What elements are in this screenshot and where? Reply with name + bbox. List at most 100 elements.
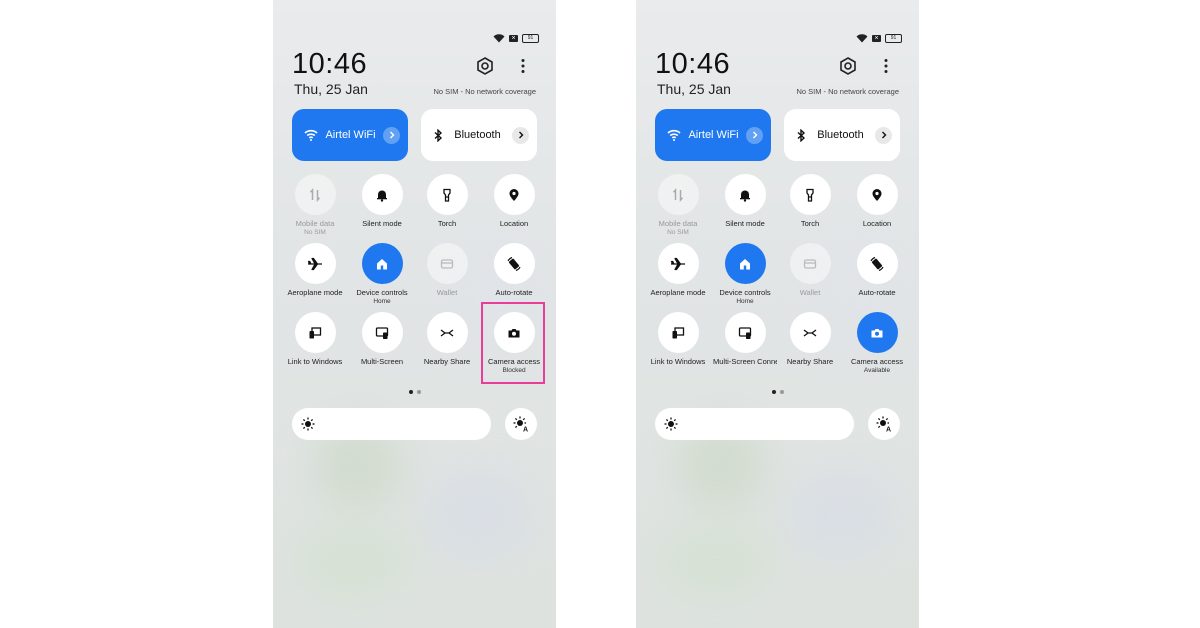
page-indicator — [409, 390, 421, 394]
toggle-label: Device controls — [719, 288, 771, 297]
toggle-nearby-share[interactable]: Nearby Share — [778, 312, 842, 375]
nearby-share-icon[interactable] — [789, 312, 831, 353]
chevron-right-icon[interactable] — [383, 126, 400, 144]
auto-rotate-icon[interactable] — [493, 243, 535, 284]
toggle-label: Aeroplane mode — [287, 288, 343, 297]
wifi-tile[interactable]: Airtel WiFi — [292, 109, 408, 161]
toggle-label: Auto-rotate — [858, 288, 896, 297]
torch-icon[interactable] — [426, 174, 468, 215]
more-options-icon[interactable] — [880, 58, 892, 74]
battery-icon: 91 — [522, 34, 539, 43]
settings-gear-icon[interactable] — [475, 56, 495, 76]
mobile-data-icon[interactable] — [657, 174, 699, 215]
toggle-label: Silent mode — [362, 219, 402, 228]
nearby-share-icon[interactable] — [426, 312, 468, 353]
brightness-icon — [301, 417, 315, 431]
toggle-link-windows[interactable]: Link to Windows — [283, 312, 347, 375]
toggle-multi-screen[interactable]: Multi-Screen — [350, 312, 414, 366]
toggle-home[interactable]: Device controls Home — [713, 243, 777, 306]
more-options-icon[interactable] — [517, 58, 529, 74]
bluetooth-icon — [434, 128, 443, 142]
bluetooth-tile[interactable]: Bluetooth — [421, 109, 537, 161]
toggle-label: Location — [862, 219, 892, 228]
toggle-label: Multi-Screen Connect — [713, 357, 777, 366]
toggle-label: Auto-rotate — [495, 288, 533, 297]
toggle-airplane[interactable]: Aeroplane mode — [283, 243, 347, 306]
location-icon[interactable] — [856, 174, 898, 215]
toggle-label: Wallet — [436, 288, 458, 297]
toggle-bell[interactable]: Silent mode — [713, 174, 777, 228]
toggle-label: Aeroplane mode — [650, 288, 706, 297]
mobile-data-icon[interactable] — [294, 174, 336, 215]
home-icon[interactable] — [361, 243, 403, 284]
brightness-icon — [664, 417, 678, 431]
bell-icon[interactable] — [361, 174, 403, 215]
auto-rotate-icon[interactable] — [856, 243, 898, 284]
camera-icon[interactable] — [856, 312, 898, 353]
toggle-label: Torch — [800, 219, 820, 228]
bluetooth-tile-label: Bluetooth — [817, 129, 864, 141]
toggle-airplane[interactable]: Aeroplane mode — [646, 243, 710, 306]
airplane-icon[interactable] — [657, 243, 699, 284]
location-icon[interactable] — [493, 174, 535, 215]
toggle-wallet[interactable]: Wallet — [415, 243, 479, 297]
toggle-label: Mobile data — [295, 219, 335, 228]
settings-gear-icon[interactable] — [838, 56, 858, 76]
wallet-icon[interactable] — [426, 243, 468, 284]
auto-brightness-button[interactable]: A — [505, 408, 537, 440]
date: Thu, 25 Jan — [294, 81, 368, 97]
torch-icon[interactable] — [789, 174, 831, 215]
toggle-torch[interactable]: Torch — [778, 174, 842, 228]
chevron-right-icon[interactable] — [512, 126, 529, 144]
toggle-label: Silent mode — [725, 219, 765, 228]
wifi-signal-icon — [856, 34, 868, 43]
toggle-torch[interactable]: Torch — [415, 174, 479, 228]
wifi-icon — [304, 129, 318, 141]
date: Thu, 25 Jan — [657, 81, 731, 97]
home-icon[interactable] — [724, 243, 766, 284]
chevron-right-icon[interactable] — [875, 126, 892, 144]
wifi-tile[interactable]: Airtel WiFi — [655, 109, 771, 161]
toggle-nearby-share[interactable]: Nearby Share — [415, 312, 479, 375]
toggle-multi-screen[interactable]: Multi-Screen Connect — [713, 312, 777, 366]
toggle-auto-rotate[interactable]: Auto-rotate — [482, 243, 546, 297]
camera-access-highlight-box — [481, 302, 545, 384]
multi-screen-icon[interactable] — [724, 312, 766, 353]
status-bar: × 91 — [493, 34, 539, 43]
toggle-link-windows[interactable]: Link to Windows — [646, 312, 710, 375]
toggle-label: Camera access — [850, 357, 904, 366]
quick-settings-panel: × 91 10:46 Thu, 25 Jan No SIM - No netwo… — [273, 0, 556, 628]
toggle-home[interactable]: Device controls Home — [350, 243, 414, 306]
bell-icon[interactable] — [724, 174, 766, 215]
toggle-camera[interactable]: Camera access Available — [845, 312, 909, 375]
toggle-auto-rotate[interactable]: Auto-rotate — [845, 243, 909, 297]
toggle-status: Home — [373, 298, 391, 305]
toggle-wallet[interactable]: Wallet — [778, 243, 842, 297]
wifi-tile-label: Airtel WiFi — [688, 129, 739, 141]
toggle-mobile-data[interactable]: Mobile data No SIM — [283, 174, 347, 237]
brightness-slider[interactable] — [292, 408, 491, 440]
toggle-label: Link to Windows — [650, 357, 706, 366]
page-indicator — [772, 390, 784, 394]
brightness-slider[interactable] — [655, 408, 854, 440]
toggle-bell[interactable]: Silent mode — [350, 174, 414, 228]
chevron-right-icon[interactable] — [746, 126, 763, 144]
auto-brightness-button[interactable]: A — [868, 408, 900, 440]
toggle-location[interactable]: Location — [845, 174, 909, 228]
network-status: No SIM - No network coverage — [796, 87, 899, 96]
airplane-icon[interactable] — [294, 243, 336, 284]
toggle-label: Torch — [437, 219, 457, 228]
toggle-status: No SIM — [304, 229, 326, 236]
toggle-status: No SIM — [667, 229, 689, 236]
status-bar: × 91 — [856, 34, 902, 43]
wallet-icon[interactable] — [789, 243, 831, 284]
multi-screen-icon[interactable] — [361, 312, 403, 353]
bluetooth-icon — [797, 128, 806, 142]
toggle-label: Device controls — [356, 288, 408, 297]
bluetooth-tile[interactable]: Bluetooth — [784, 109, 900, 161]
link-windows-icon[interactable] — [294, 312, 336, 353]
toggle-location[interactable]: Location — [482, 174, 546, 228]
no-sim-icon: × — [509, 35, 518, 42]
link-windows-icon[interactable] — [657, 312, 699, 353]
toggle-mobile-data[interactable]: Mobile data No SIM — [646, 174, 710, 237]
